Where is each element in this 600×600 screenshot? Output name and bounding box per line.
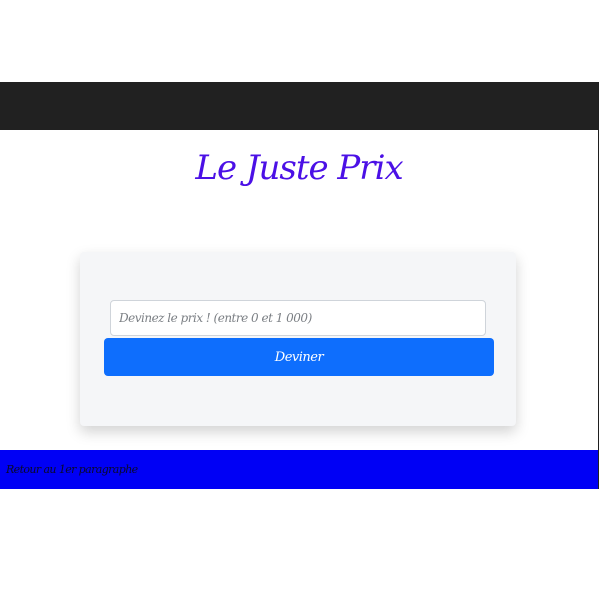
guess-card: Deviner xyxy=(80,252,516,426)
top-navbar xyxy=(0,82,598,130)
back-to-top-link[interactable]: Retour au 1er paragraphe xyxy=(6,463,138,476)
guess-button[interactable]: Deviner xyxy=(104,338,494,376)
app-container: Le Juste Prix Deviner Retour au 1er para… xyxy=(0,82,599,489)
footer-bar: Retour au 1er paragraphe xyxy=(0,450,598,489)
price-guess-input[interactable] xyxy=(110,300,486,336)
page-title: Le Juste Prix xyxy=(195,148,403,188)
